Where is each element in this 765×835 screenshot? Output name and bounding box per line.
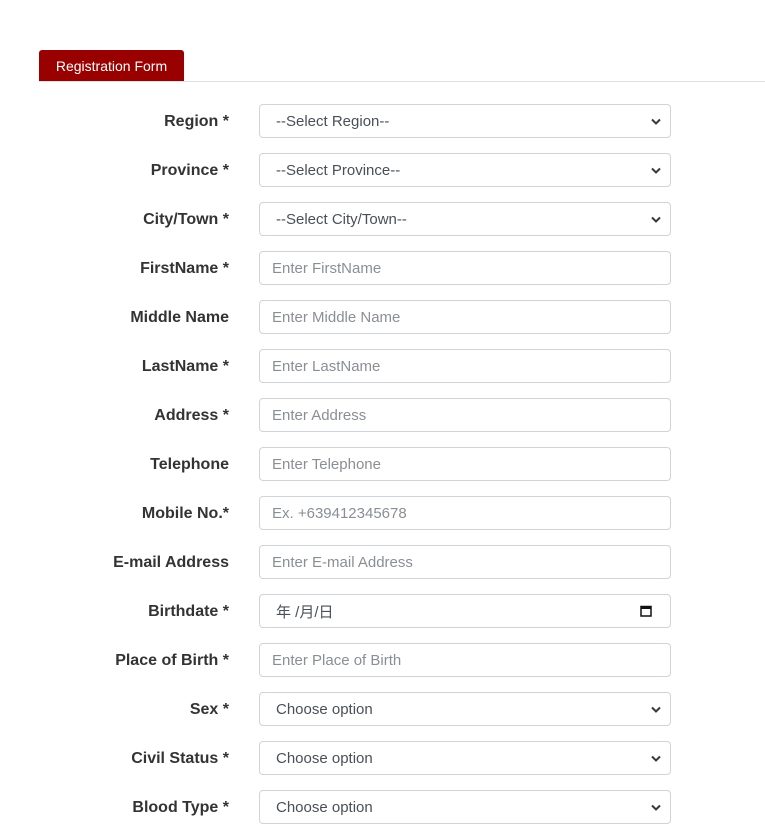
lastname-placeholder: Enter LastName bbox=[272, 357, 381, 375]
mobile-placeholder: Ex. +639412345678 bbox=[272, 504, 407, 522]
birthplace-label: Place of Birth * bbox=[115, 652, 229, 669]
tab-registration-form[interactable]: Registration Form bbox=[39, 50, 184, 81]
telephone-label: Telephone bbox=[150, 456, 229, 473]
lastname-input[interactable]: Enter LastName bbox=[259, 349, 671, 383]
city-label: City/Town * bbox=[143, 211, 229, 228]
address-input[interactable]: Enter Address bbox=[259, 398, 671, 432]
middlename-label: Middle Name bbox=[130, 309, 229, 326]
sex-label: Sex * bbox=[189, 701, 229, 718]
address-placeholder: Enter Address bbox=[272, 406, 367, 424]
birthplace-input[interactable]: Enter Place of Birth bbox=[259, 643, 671, 677]
chevron-down-icon bbox=[646, 167, 666, 174]
bloodtype-selected-value: Choose option bbox=[276, 798, 373, 816]
civilstatus-row: Civil Status * Choose option bbox=[0, 741, 765, 775]
civilstatus-label: Civil Status * bbox=[131, 750, 229, 767]
region-label: Region * bbox=[164, 113, 229, 130]
birthplace-placeholder: Enter Place of Birth bbox=[272, 651, 402, 669]
address-label: Address * bbox=[154, 407, 229, 424]
bloodtype-select[interactable]: Choose option bbox=[259, 790, 671, 824]
chevron-down-icon bbox=[646, 755, 666, 762]
city-row: City/Town * --Select City/Town-- bbox=[0, 202, 765, 236]
calendar-icon[interactable] bbox=[636, 605, 656, 617]
telephone-placeholder: Enter Telephone bbox=[272, 455, 381, 473]
sex-row: Sex * Choose option bbox=[0, 692, 765, 726]
chevron-down-icon bbox=[646, 804, 666, 811]
middlename-placeholder: Enter Middle Name bbox=[272, 308, 401, 326]
region-selected-value: --Select Region-- bbox=[276, 112, 390, 130]
mobile-input[interactable]: Ex. +639412345678 bbox=[259, 496, 671, 530]
address-row: Address * Enter Address bbox=[0, 398, 765, 432]
telephone-input[interactable]: Enter Telephone bbox=[259, 447, 671, 481]
email-placeholder: Enter E-mail Address bbox=[272, 553, 413, 571]
civilstatus-select[interactable]: Choose option bbox=[259, 741, 671, 775]
province-row: Province * --Select Province-- bbox=[0, 153, 765, 187]
lastname-label: LastName * bbox=[141, 358, 229, 375]
birthdate-row: Birthdate * 年 /月/日 bbox=[0, 594, 765, 628]
region-row: Region * --Select Region-- bbox=[0, 104, 765, 138]
sex-select[interactable]: Choose option bbox=[259, 692, 671, 726]
region-select[interactable]: --Select Region-- bbox=[259, 104, 671, 138]
telephone-row: Telephone Enter Telephone bbox=[0, 447, 765, 481]
tab-bar: Registration Form bbox=[39, 50, 765, 82]
middlename-input[interactable]: Enter Middle Name bbox=[259, 300, 671, 334]
sex-selected-value: Choose option bbox=[276, 700, 373, 718]
civilstatus-selected-value: Choose option bbox=[276, 749, 373, 767]
birthdate-label: Birthdate * bbox=[148, 603, 229, 620]
birthdate-value: 年 /月/日 bbox=[276, 603, 334, 621]
province-label: Province * bbox=[150, 162, 229, 179]
email-label: E-mail Address bbox=[113, 554, 229, 571]
city-select[interactable]: --Select City/Town-- bbox=[259, 202, 671, 236]
firstname-input[interactable]: Enter FirstName bbox=[259, 251, 671, 285]
lastname-row: LastName * Enter LastName bbox=[0, 349, 765, 383]
email-input[interactable]: Enter E-mail Address bbox=[259, 545, 671, 579]
city-selected-value: --Select City/Town-- bbox=[276, 210, 407, 228]
birthplace-row: Place of Birth * Enter Place of Birth bbox=[0, 643, 765, 677]
middlename-row: Middle Name Enter Middle Name bbox=[0, 300, 765, 334]
province-selected-value: --Select Province-- bbox=[276, 161, 401, 179]
province-select[interactable]: --Select Province-- bbox=[259, 153, 671, 187]
firstname-label: FirstName * bbox=[140, 260, 229, 277]
firstname-placeholder: Enter FirstName bbox=[272, 259, 382, 277]
tab-label: Registration Form bbox=[55, 57, 168, 74]
birthdate-input[interactable]: 年 /月/日 bbox=[259, 594, 671, 628]
chevron-down-icon bbox=[646, 706, 666, 713]
bloodtype-label: Blood Type * bbox=[132, 799, 229, 816]
firstname-row: FirstName * Enter FirstName bbox=[0, 251, 765, 285]
bloodtype-row: Blood Type * Choose option bbox=[0, 790, 765, 824]
mobile-label: Mobile No.* bbox=[141, 505, 229, 522]
email-row: E-mail Address Enter E-mail Address bbox=[0, 545, 765, 579]
chevron-down-icon bbox=[646, 118, 666, 125]
chevron-down-icon bbox=[646, 216, 666, 223]
mobile-row: Mobile No.* Ex. +639412345678 bbox=[0, 496, 765, 530]
